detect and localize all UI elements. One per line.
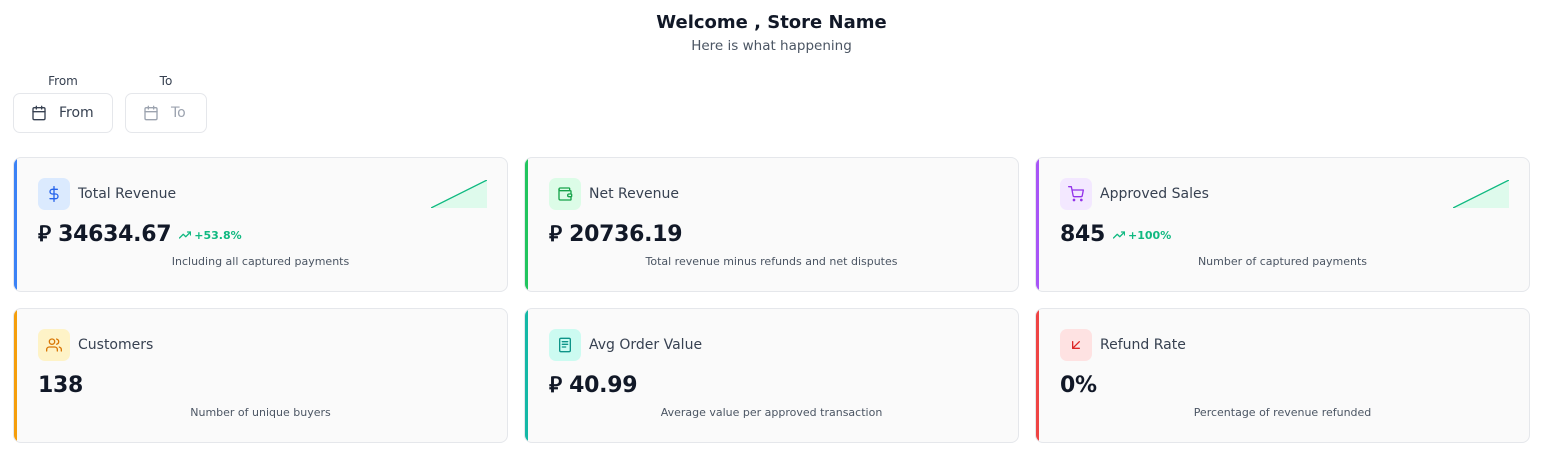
card-accent xyxy=(525,158,528,291)
card-title: Avg Order Value xyxy=(589,337,703,353)
dollar-icon xyxy=(38,178,70,210)
calendar-icon xyxy=(144,105,158,121)
to-date-label: To xyxy=(159,74,173,88)
card-value-row: 0% xyxy=(1060,372,1097,400)
card-description: Average value per approved transaction xyxy=(660,406,883,419)
from-date-label: From xyxy=(48,74,78,88)
sparkline xyxy=(1453,180,1509,208)
from-date-picker[interactable]: From xyxy=(13,93,113,133)
sparkline xyxy=(431,180,487,208)
card-value: 845 xyxy=(1060,222,1106,247)
card-accent xyxy=(1036,309,1039,442)
card-title: Net Revenue xyxy=(589,186,679,202)
card-accent xyxy=(1036,158,1039,291)
to-date-picker[interactable]: To xyxy=(125,93,207,133)
refund-rate-card: Refund Rate 0% Percentage of revenue ref… xyxy=(1035,308,1530,443)
card-title: Customers xyxy=(78,337,154,353)
from-date-placeholder: From xyxy=(59,105,94,121)
card-value-row: ⃁ 20736.19 xyxy=(549,221,683,249)
receipt-icon xyxy=(549,329,581,361)
avg-order-value-card: Avg Order Value ⃁ 40.99 Average value pe… xyxy=(524,308,1019,443)
card-accent xyxy=(14,158,17,291)
card-value: 138 xyxy=(38,373,84,398)
card-description: Total revenue minus refunds and net disp… xyxy=(645,255,898,268)
customers-card: Customers 138 Number of unique buyers xyxy=(13,308,508,443)
trend-badge: +100% xyxy=(1113,229,1171,242)
total-revenue-card: Total Revenue ⃁ 34634.67 +53.8% Includin… xyxy=(13,157,508,292)
page-subtitle: Here is what happening xyxy=(691,38,852,54)
net-revenue-card: Net Revenue ⃁ 20736.19 Total revenue min… xyxy=(524,157,1019,292)
trending-up-icon xyxy=(1113,231,1126,239)
card-value-row: ⃁ 34634.67 +53.8% xyxy=(38,221,242,249)
to-date-group: To To xyxy=(125,74,207,133)
card-value-row: ⃁ 40.99 xyxy=(549,372,638,400)
card-accent xyxy=(525,309,528,442)
trend-value: +53.8% xyxy=(194,228,242,242)
card-value: ⃁ 40.99 xyxy=(549,373,638,398)
card-accent xyxy=(14,309,17,442)
card-value: ⃁ 20736.19 xyxy=(549,222,683,247)
trend-value: +100% xyxy=(1128,228,1172,242)
page-header: Welcome , Store Name Here is what happen… xyxy=(0,12,1543,55)
trend-badge: +53.8% xyxy=(179,228,242,242)
from-date-group: From From xyxy=(13,74,113,133)
card-value-row: 845 +100% xyxy=(1060,221,1171,249)
card-value: 0% xyxy=(1060,373,1097,398)
to-date-placeholder: To xyxy=(171,105,186,121)
wallet-icon xyxy=(549,178,581,210)
users-icon xyxy=(38,329,70,361)
card-description: Number of unique buyers xyxy=(190,406,331,419)
card-title: Total Revenue xyxy=(78,186,177,202)
card-title: Approved Sales xyxy=(1100,186,1209,202)
trending-up-icon xyxy=(179,231,192,239)
calendar-icon xyxy=(32,105,46,121)
card-value-row: 138 xyxy=(38,372,83,400)
card-description: Percentage of revenue refunded xyxy=(1193,406,1372,419)
card-value: ⃁ 34634.67 xyxy=(38,222,172,247)
card-description: Number of captured payments xyxy=(1197,255,1368,268)
card-title: Refund Rate xyxy=(1100,337,1186,353)
arrow-down-left-icon xyxy=(1060,329,1092,361)
card-description: Including all captured payments xyxy=(171,255,350,268)
approved-sales-card: Approved Sales 845 +100% Number of captu… xyxy=(1035,157,1530,292)
page-title: Welcome , Store Name xyxy=(656,12,887,33)
cart-icon xyxy=(1060,178,1092,210)
